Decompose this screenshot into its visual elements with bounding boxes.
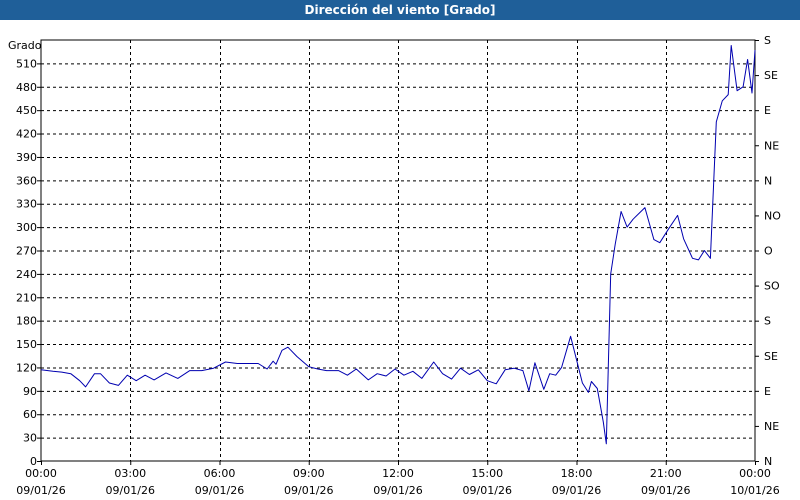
x-tick-date-label: 09/01/26 [284,484,333,497]
left-tick-label: 240 [16,268,37,281]
x-tick-date-label: 09/01/26 [16,484,65,497]
left-tick-label: 120 [16,361,37,374]
x-axis: 00:00 09/01/26 03:00 09/01/26 06:00 09/01/26 0… [16,461,780,497]
x-tick-time-label: 15:00 [471,467,503,480]
x-tick-time-label: 18:00 [561,467,593,480]
right-tick-label: E [764,104,771,117]
left-axis: 0306090120150180210240270300330360390420… [16,57,41,468]
left-tick-label: 420 [16,128,37,141]
right-tick-label: SE [764,350,778,363]
x-tick-time-label: 00:00 [25,467,57,480]
left-tick-label: 180 [16,315,37,328]
x-tick-date-label: 09/01/26 [463,484,512,497]
x-tick-date-label: 09/01/26 [195,484,244,497]
line-chart: 0306090120150180210240270300330360390420… [8,34,781,497]
x-tick-time-label: 21:00 [650,467,682,480]
left-tick-label: 360 [16,174,37,187]
x-tick-time-label: 12:00 [382,467,414,480]
left-tick-label: 330 [16,198,37,211]
x-tick-time-label: 03:00 [114,467,146,480]
left-tick-label: 60 [23,408,37,421]
x-tick-time-label: 09:00 [293,467,325,480]
left-tick-label: 300 [16,221,37,234]
right-tick-label: E [764,385,771,398]
right-tick-label: NO [764,209,781,222]
left-tick-label: 210 [16,291,37,304]
right-tick-label: NE [764,420,779,433]
x-tick-time-label: 06:00 [204,467,236,480]
x-tick-date-label: 09/01/26 [106,484,155,497]
left-tick-label: 90 [23,385,37,398]
right-tick-label: N [764,174,772,187]
right-tick-label: SE [764,69,778,82]
right-tick-label: S [764,34,771,47]
x-tick-date-label: 09/01/26 [641,484,690,497]
right-tick-label: NE [764,139,779,152]
left-tick-label: 510 [16,57,37,70]
x-tick-date-label: 09/01/26 [552,484,601,497]
x-tick-time-label: 00:00 [739,467,771,480]
left-tick-label: 390 [16,151,37,164]
chart-title-bar: Dirección del viento [Grado] [0,0,800,20]
x-tick-date-label: 10/01/26 [730,484,779,497]
right-tick-label: O [764,245,773,258]
left-tick-label: 150 [16,338,37,351]
chart-title: Dirección del viento [Grado] [304,3,496,17]
right-tick-label: SO [764,280,780,293]
left-tick-label: 270 [16,245,37,258]
x-tick-date-label: 09/01/26 [373,484,422,497]
right-tick-label: S [764,315,771,328]
grid-layer [41,40,755,461]
y-axis-label: Grado [8,39,42,52]
left-tick-label: 30 [23,432,37,445]
left-tick-label: 480 [16,81,37,94]
left-tick-label: 450 [16,104,37,117]
right-axis: NNEESESSOONONNEESES [755,34,781,468]
